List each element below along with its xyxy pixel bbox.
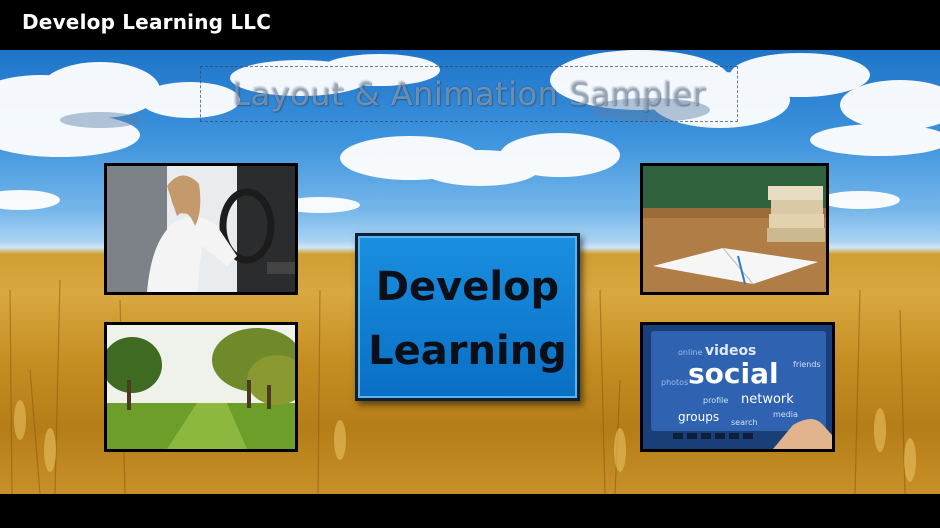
develop-learning-tile[interactable]: Develop Learning <box>355 233 580 401</box>
word-photos: photos <box>661 378 688 387</box>
slide-header-title: Layout & Animation Sampler <box>232 75 706 113</box>
thumbnail-park[interactable] <box>104 322 298 452</box>
thumbnail-study[interactable] <box>640 163 829 295</box>
slide-header-box: Layout & Animation Sampler <box>200 66 738 122</box>
bottom-bar <box>0 494 940 528</box>
social-photo: videos social network groups online phot… <box>643 325 832 449</box>
word-groups: groups <box>678 410 719 424</box>
word-profile: profile <box>703 396 728 405</box>
word-social: social <box>688 357 779 390</box>
study-photo <box>643 166 826 292</box>
app-title: Develop Learning LLC <box>22 10 272 34</box>
tile-line-2: Learning <box>368 328 567 374</box>
title-bar: Develop Learning LLC <box>0 0 940 50</box>
word-media: media <box>773 410 798 419</box>
slide-stage: Layout & Animation Sampler videos social… <box>0 50 940 494</box>
word-online: online <box>678 348 702 357</box>
thumbnail-social[interactable]: videos social network groups online phot… <box>640 322 835 452</box>
word-search: search <box>731 418 758 427</box>
driving-photo <box>107 166 295 292</box>
park-photo <box>107 325 295 449</box>
word-network: network <box>741 392 794 407</box>
word-friends: friends <box>793 360 821 369</box>
tile-line-1: Develop <box>375 264 560 310</box>
thumbnail-driving[interactable] <box>104 163 298 295</box>
